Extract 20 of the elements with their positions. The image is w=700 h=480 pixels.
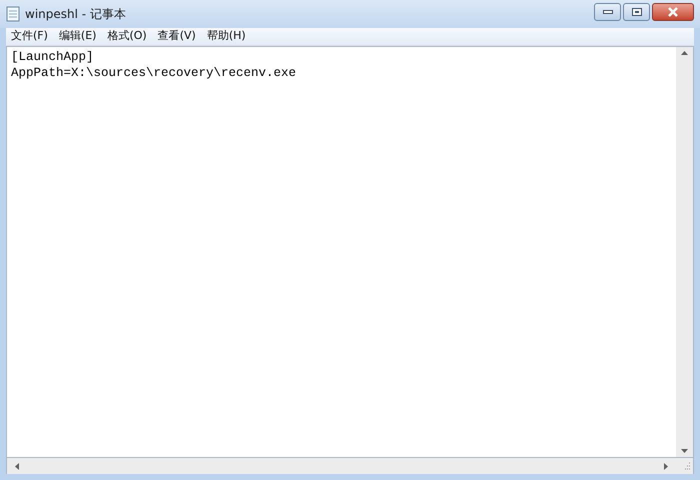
close-button[interactable] xyxy=(652,3,694,21)
minimize-icon xyxy=(602,10,612,14)
menu-item[interactable]: 帮助(H) xyxy=(202,28,251,45)
text-line: AppPath=X:\sources\recovery\recenv.exe xyxy=(11,65,298,81)
right-arrow-icon[interactable] xyxy=(664,462,668,470)
close-icon xyxy=(667,7,679,17)
notepad-icon xyxy=(6,6,20,22)
menu-item[interactable]: 文件(F) xyxy=(6,28,53,45)
minimize-button[interactable] xyxy=(594,3,621,21)
window-title: winpeshl - 记事本 xyxy=(25,6,126,23)
maximize-icon xyxy=(632,8,642,16)
menu-item[interactable]: 编辑(E) xyxy=(54,28,102,45)
up-arrow-icon[interactable] xyxy=(681,51,688,55)
left-arrow-icon[interactable] xyxy=(15,462,19,470)
menu-item[interactable]: 格式(O) xyxy=(102,28,152,45)
vertical-scrollbar[interactable] xyxy=(676,47,693,457)
maximize-button[interactable] xyxy=(623,3,650,21)
menu-item[interactable]: 查看(V) xyxy=(152,28,201,45)
text-line: [LaunchApp] xyxy=(11,49,95,65)
down-arrow-icon[interactable] xyxy=(681,449,688,453)
